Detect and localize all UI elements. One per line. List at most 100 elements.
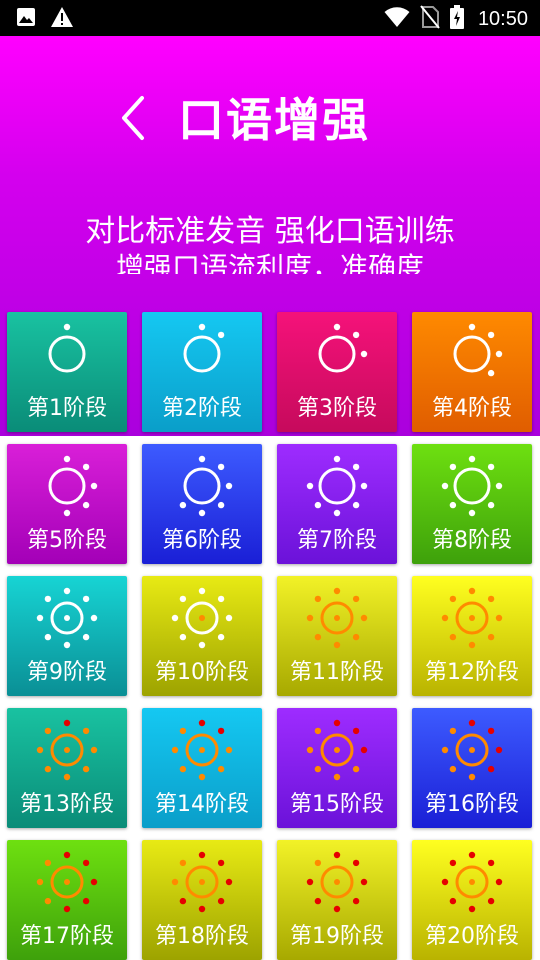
stage-tile-18[interactable]: 第18阶段 bbox=[142, 840, 262, 960]
sun-ray-dot bbox=[449, 727, 457, 735]
sun-ray-dot bbox=[487, 633, 495, 641]
sun-ray-dot bbox=[63, 641, 71, 649]
sun-ray-dot bbox=[360, 482, 368, 490]
stage-label: 第8阶段 bbox=[432, 528, 512, 553]
sun-ray-dot bbox=[82, 897, 90, 905]
sun-ray-dot bbox=[306, 482, 314, 490]
sun-ray-dot bbox=[495, 482, 503, 490]
stage-label: 第4阶段 bbox=[432, 396, 512, 421]
sun-ray-dot bbox=[36, 614, 44, 622]
sun-ray-dot bbox=[468, 641, 476, 649]
stage-label: 第14阶段 bbox=[155, 792, 249, 817]
stage-label: 第19阶段 bbox=[290, 924, 384, 949]
sun-ray-dot bbox=[36, 878, 44, 886]
sun-ray-dot bbox=[352, 897, 360, 905]
sun-ray-dot bbox=[487, 369, 495, 377]
sun-ray-dot bbox=[198, 641, 206, 649]
stage-tile-8[interactable]: 第8阶段 bbox=[412, 444, 532, 564]
sun-ray-dot bbox=[82, 501, 90, 509]
sun-ray-dot bbox=[441, 746, 449, 754]
sun-ray-dot bbox=[449, 463, 457, 471]
stage-tile-12[interactable]: 第12阶段 bbox=[412, 576, 532, 696]
sun-ray-dot bbox=[171, 614, 179, 622]
header-subtitle-secondary: 增强口语流利度，准确度 bbox=[115, 251, 424, 274]
chevron-left-icon bbox=[122, 96, 144, 140]
sun-ray-dot bbox=[179, 765, 187, 773]
sun-ray-dot bbox=[314, 501, 322, 509]
sun-ray-dot bbox=[333, 905, 341, 913]
stage-tile-2[interactable]: 第2阶段 bbox=[142, 312, 262, 432]
stage-tile-17[interactable]: 第17阶段 bbox=[7, 840, 127, 960]
sun-icon bbox=[171, 587, 233, 649]
sun-ray-dot bbox=[44, 897, 52, 905]
stage-tile-7[interactable]: 第7阶段 bbox=[277, 444, 397, 564]
sun-ray-dot bbox=[495, 350, 503, 358]
sun-ray-dot bbox=[82, 633, 90, 641]
sun-ray-dot bbox=[449, 633, 457, 641]
stage-tile-5[interactable]: 第5阶段 bbox=[7, 444, 127, 564]
stage-tile-15[interactable]: 第15阶段 bbox=[277, 708, 397, 828]
sun-ray-dot bbox=[306, 746, 314, 754]
sun-ray-dot bbox=[198, 509, 206, 517]
stage-tile-19[interactable]: 第19阶段 bbox=[277, 840, 397, 960]
sun-ray-dot bbox=[333, 455, 341, 463]
stage-tile-20[interactable]: 第20阶段 bbox=[412, 840, 532, 960]
sun-ray-dot bbox=[171, 878, 179, 886]
sun-ray-dot bbox=[333, 641, 341, 649]
sun-ray-dot bbox=[468, 587, 476, 595]
sun-ray-dot bbox=[171, 746, 179, 754]
sun-ray-dot bbox=[82, 595, 90, 603]
sun-ray-dot bbox=[487, 765, 495, 773]
sun-ray-dot bbox=[225, 482, 233, 490]
sun-ray-dot bbox=[179, 633, 187, 641]
sun-icon bbox=[171, 851, 233, 913]
sun-icon bbox=[441, 851, 503, 913]
sun-ray-dot bbox=[314, 633, 322, 641]
stage-tile-14[interactable]: 第14阶段 bbox=[142, 708, 262, 828]
sun-ray-dot bbox=[352, 595, 360, 603]
back-button[interactable] bbox=[114, 94, 154, 142]
sun-ray-dot bbox=[82, 859, 90, 867]
sun-ray-dot bbox=[352, 331, 360, 339]
sun-ray-dot bbox=[468, 851, 476, 859]
sun-icon bbox=[318, 323, 368, 373]
sun-ray-dot bbox=[495, 878, 503, 886]
sun-ray-dot bbox=[441, 878, 449, 886]
stage-tile-1[interactable]: 第1阶段 bbox=[7, 312, 127, 432]
page-title: 口语增强 bbox=[178, 93, 370, 147]
sun-ray-dot bbox=[198, 773, 206, 781]
sun-ray-dot bbox=[63, 851, 71, 859]
sun-ray-dot bbox=[198, 323, 206, 331]
sun-ray-dot bbox=[217, 633, 225, 641]
wifi-icon bbox=[384, 6, 410, 32]
sun-ray-dot bbox=[63, 773, 71, 781]
sun-icon bbox=[306, 587, 368, 649]
stage-label: 第15阶段 bbox=[290, 792, 384, 817]
sun-ray-dot bbox=[217, 463, 225, 471]
stage-tile-9[interactable]: 第9阶段 bbox=[7, 576, 127, 696]
sun-icon bbox=[306, 851, 368, 913]
sun-icon bbox=[48, 323, 86, 373]
sun-icon bbox=[306, 719, 368, 781]
sun-ray-dot bbox=[44, 633, 52, 641]
sun-ray-dot bbox=[314, 727, 322, 735]
stage-tile-4[interactable]: 第4阶段 bbox=[412, 312, 532, 432]
stage-label: 第9阶段 bbox=[27, 660, 107, 685]
sun-ray-dot bbox=[217, 331, 225, 339]
sun-icon bbox=[441, 455, 503, 517]
image-icon bbox=[16, 7, 36, 31]
stage-tile-3[interactable]: 第3阶段 bbox=[277, 312, 397, 432]
sun-ray-dot bbox=[82, 765, 90, 773]
stage-tile-16[interactable]: 第16阶段 bbox=[412, 708, 532, 828]
stage-tile-11[interactable]: 第11阶段 bbox=[277, 576, 397, 696]
stage-label: 第20阶段 bbox=[425, 924, 519, 949]
sun-ray-dot bbox=[306, 878, 314, 886]
sun-ray-dot bbox=[449, 501, 457, 509]
sun-ray-dot bbox=[90, 746, 98, 754]
sun-ray-dot bbox=[333, 851, 341, 859]
stage-tile-6[interactable]: 第6阶段 bbox=[142, 444, 262, 564]
stage-tile-13[interactable]: 第13阶段 bbox=[7, 708, 127, 828]
stage-tile-10[interactable]: 第10阶段 bbox=[142, 576, 262, 696]
sun-ray-dot bbox=[352, 633, 360, 641]
sun-ray-dot bbox=[44, 765, 52, 773]
